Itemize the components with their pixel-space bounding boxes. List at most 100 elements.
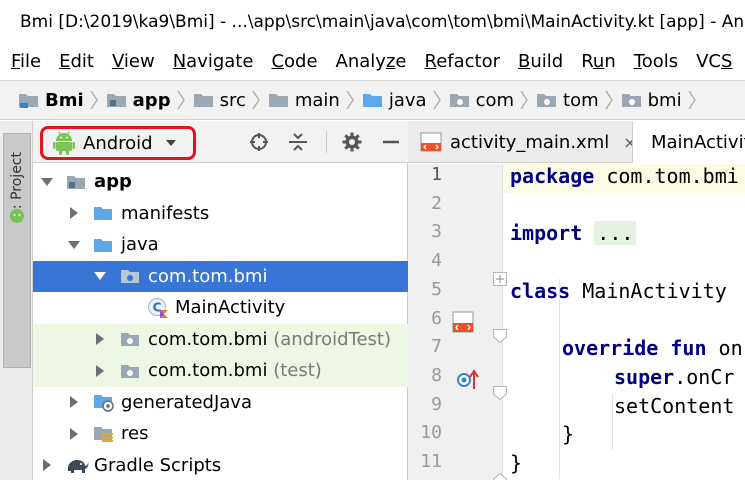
chevron-right-icon xyxy=(252,90,260,110)
line-number: 4 xyxy=(431,250,442,272)
menu-item[interactable]: Analyze xyxy=(325,51,414,72)
package-folder-icon xyxy=(449,94,469,107)
source-folder-icon xyxy=(94,238,112,252)
editor-tab-bar: activity_main.xml × C MainActivity xyxy=(408,121,745,163)
project-panel-toolbar xyxy=(248,131,419,153)
menu-item[interactable]: Navigate xyxy=(162,51,261,72)
chevron-right-icon xyxy=(605,90,613,110)
menu-item[interactable]: Tools xyxy=(623,51,685,72)
minimize-icon xyxy=(383,140,399,144)
override-method-icon[interactable] xyxy=(456,369,480,391)
hide-panel-button[interactable] xyxy=(380,131,402,153)
tree-item-mainactivity[interactable]: C MainActivity xyxy=(33,292,408,324)
left-tool-strip: 1: Project xyxy=(0,121,33,480)
breadcrumb-bmi[interactable]: bmi xyxy=(621,90,702,111)
tree-item-app[interactable]: app xyxy=(33,166,408,198)
menu-item[interactable]: Run xyxy=(570,51,623,72)
collapsed-arrow-icon xyxy=(43,459,51,472)
gear-icon xyxy=(342,132,362,152)
menu-item[interactable]: Build xyxy=(507,51,570,72)
tree-item-generatedjava[interactable]: generatedJava xyxy=(33,387,408,419)
folded-imports[interactable]: ... xyxy=(594,221,637,246)
breadcrumb-tom[interactable]: tom xyxy=(536,90,619,111)
line-number: 8 xyxy=(431,364,442,386)
indent-guide xyxy=(612,394,613,450)
source-folder-icon xyxy=(362,94,382,107)
code-line-12: } xyxy=(510,451,523,475)
module-folder-icon xyxy=(67,175,85,189)
menu-item[interactable]: File xyxy=(0,51,48,72)
line-number: 10 xyxy=(420,422,442,444)
menu-item[interactable]: W xyxy=(739,51,745,72)
expanded-arrow-icon xyxy=(94,272,106,281)
menu-item[interactable]: Refactor xyxy=(413,51,507,72)
breadcrumb-com[interactable]: com xyxy=(449,90,534,111)
line-number: 2 xyxy=(431,192,442,214)
editor-gutter: 1 2 3 4 5 6 7 8 9 10 11 12 xyxy=(408,164,507,480)
project-panel-header: Android xyxy=(33,121,408,163)
collapse-all-icon xyxy=(289,133,307,151)
locate-file-button[interactable] xyxy=(248,131,270,153)
chevron-right-icon xyxy=(177,90,185,110)
project-view-selector[interactable]: Android xyxy=(40,126,196,160)
tree-item-gradle-scripts[interactable]: Gradle Scripts xyxy=(33,450,408,480)
toolbar-divider xyxy=(326,131,327,153)
title-bar: Bmi [D:\2019\ka9\Bmi] - ...\app\src\main… xyxy=(0,0,745,44)
collapsed-arrow-icon xyxy=(70,427,78,440)
line-number: 11 xyxy=(420,451,442,472)
breadcrumb-project[interactable]: Bmi xyxy=(18,90,104,111)
xml-layout-icon xyxy=(420,132,442,152)
expanded-arrow-icon xyxy=(68,240,80,249)
generated-folder-icon xyxy=(94,395,114,412)
indent-guide xyxy=(559,279,560,479)
line-number: 3 xyxy=(431,221,442,243)
folder-icon xyxy=(193,94,213,107)
tree-item-res[interactable]: res xyxy=(33,418,408,450)
line-number: 9 xyxy=(431,393,442,415)
project-tree: app manifests java com.tom.bmi C MainAct… xyxy=(33,166,408,480)
project-tool-tab[interactable]: 1: Project xyxy=(3,133,31,368)
chevron-right-icon xyxy=(688,90,696,110)
chevron-right-icon xyxy=(433,90,441,110)
menu-item[interactable]: View xyxy=(101,51,162,72)
code-line-6: class MainActivity xyxy=(510,278,727,303)
resources-folder-icon xyxy=(94,426,113,442)
collapsed-arrow-icon xyxy=(96,364,104,377)
breadcrumb-app[interactable]: app xyxy=(106,90,191,111)
breadcrumb-java[interactable]: java xyxy=(362,90,447,111)
collapsed-arrow-icon xyxy=(96,333,104,346)
collapse-all-button[interactable] xyxy=(287,131,309,153)
tree-item-package-main[interactable]: com.tom.bmi xyxy=(33,260,408,292)
breadcrumb-main[interactable]: main xyxy=(268,90,360,111)
project-folder-icon xyxy=(19,94,38,108)
layout-link-icon[interactable] xyxy=(452,311,474,335)
menu-item[interactable]: Code xyxy=(260,51,324,72)
package-folder-icon xyxy=(621,94,641,107)
tree-item-package-test[interactable]: com.tom.bmi (test) xyxy=(33,355,408,387)
code-line-11: } xyxy=(562,422,575,447)
kotlin-class-icon: C xyxy=(148,297,168,318)
project-view-mode: Android xyxy=(83,132,153,154)
line-number: 6 xyxy=(431,307,442,329)
tree-item-java[interactable]: java xyxy=(33,229,408,261)
tab-mainactivity[interactable]: C MainActivity xyxy=(632,121,745,163)
package-folder-icon xyxy=(121,364,139,378)
breadcrumb: Bmi app src main java com tom bmi xyxy=(0,80,745,120)
menu-item[interactable]: Edit xyxy=(48,51,101,72)
code-line-9: super.onCr xyxy=(614,364,735,389)
expanded-arrow-icon xyxy=(41,177,53,186)
tree-item-package-androidtest[interactable]: com.tom.bmi (androidTest) xyxy=(33,323,408,355)
breadcrumb-src[interactable]: src xyxy=(193,90,266,111)
menu-bar: File Edit View Navigate Code Analyze Refactor B… xyxy=(0,44,745,78)
tab-activity-main-xml[interactable]: activity_main.xml × xyxy=(420,121,637,163)
menu-item[interactable]: VCS xyxy=(685,51,739,72)
caret-down-icon xyxy=(165,140,176,146)
chevron-right-icon xyxy=(346,90,354,110)
tree-item-manifests[interactable]: manifests xyxy=(33,198,408,230)
window-title: Bmi [D:\2019\ka9\Bmi] - ...\app\src\main… xyxy=(20,12,745,32)
settings-button[interactable] xyxy=(341,131,363,153)
code-line-8: override fun on xyxy=(562,336,743,361)
module-folder-icon xyxy=(106,94,126,107)
package-folder-icon xyxy=(121,333,139,347)
code-area[interactable]: package com.tom.bmi import ... class Mai… xyxy=(504,164,745,480)
